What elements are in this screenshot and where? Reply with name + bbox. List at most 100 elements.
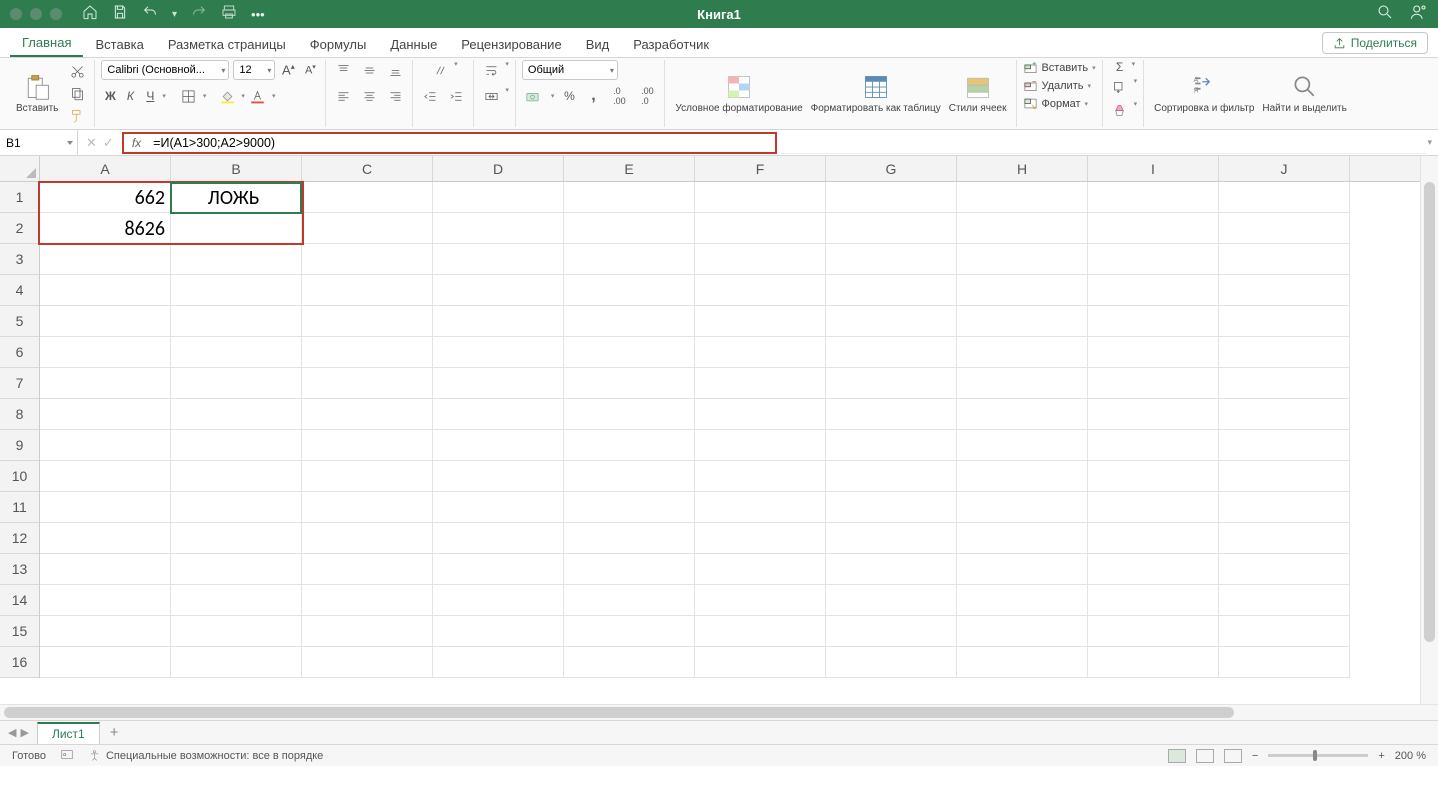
align-top-icon[interactable] [332, 60, 354, 80]
find-select-button[interactable]: Найти и выделить [1258, 73, 1350, 114]
row-header[interactable]: 8 [0, 399, 39, 430]
enter-formula-icon[interactable]: ✓ [103, 135, 114, 151]
row-header[interactable]: 11 [0, 492, 39, 523]
merge-icon[interactable] [480, 86, 502, 106]
align-right-icon[interactable] [384, 86, 406, 106]
cancel-formula-icon[interactable]: ✕ [86, 135, 97, 151]
percent-icon[interactable]: % [560, 89, 578, 103]
orientation-icon[interactable] [429, 60, 451, 80]
font-color-icon[interactable] [247, 86, 269, 106]
comma-icon[interactable]: , [584, 87, 602, 105]
prev-sheet-icon[interactable]: ◀ [8, 726, 16, 739]
normal-view-icon[interactable] [1168, 749, 1186, 763]
row-header[interactable]: 5 [0, 306, 39, 337]
format-as-table-button[interactable]: Форматировать как таблицу [807, 73, 945, 114]
delete-cells-button[interactable]: Удалить▾ [1023, 78, 1091, 93]
col-header[interactable]: F [695, 156, 826, 181]
row-header[interactable]: 15 [0, 616, 39, 647]
cell-styles-button[interactable]: Стили ячеек [945, 73, 1011, 114]
next-sheet-icon[interactable]: ▶ [20, 726, 28, 739]
number-format-select[interactable]: Общий [522, 60, 618, 80]
undo-icon[interactable] [142, 4, 158, 25]
print-icon[interactable] [221, 4, 237, 25]
add-sheet-button[interactable]: + [100, 724, 129, 741]
tab-home[interactable]: Главная [10, 29, 83, 57]
tab-page-layout[interactable]: Разметка страницы [156, 31, 298, 57]
currency-icon[interactable] [522, 86, 544, 106]
row-header[interactable]: 3 [0, 244, 39, 275]
zoom-slider[interactable] [1268, 754, 1368, 757]
col-header[interactable]: B [171, 156, 302, 181]
decrease-font-icon[interactable]: A▾ [301, 63, 319, 77]
borders-icon[interactable] [178, 86, 200, 106]
cell-A2[interactable]: 8626 [40, 214, 171, 245]
tab-insert[interactable]: Вставка [83, 31, 155, 57]
tab-developer[interactable]: Разработчик [621, 31, 721, 57]
row-header[interactable]: 6 [0, 337, 39, 368]
more-icon[interactable]: ••• [251, 7, 265, 22]
row-header[interactable]: 7 [0, 368, 39, 399]
cell-A1[interactable]: 662 [40, 183, 171, 214]
sort-filter-button[interactable]: AЯ Сортировка и фильтр [1150, 73, 1258, 114]
align-bottom-icon[interactable] [384, 60, 406, 80]
undo-dropdown-icon[interactable]: ▾ [172, 9, 177, 20]
increase-decimal-icon[interactable]: .0.00 [608, 86, 630, 106]
col-header[interactable]: C [302, 156, 433, 181]
zoom-level[interactable]: 200 % [1395, 750, 1426, 762]
zoom-out-icon[interactable]: − [1252, 750, 1258, 762]
clear-icon[interactable] [1109, 100, 1131, 120]
row-header[interactable]: 16 [0, 647, 39, 678]
row-header[interactable]: 4 [0, 275, 39, 306]
redo-icon[interactable] [191, 4, 207, 25]
zoom-window-icon[interactable] [50, 8, 62, 20]
macro-record-icon[interactable] [60, 747, 74, 764]
expand-formula-bar-icon[interactable]: ▾ [1427, 137, 1432, 148]
formula-input[interactable]: =И(A1>300;A2>9000) [149, 136, 279, 150]
cells-area[interactable] [40, 182, 1420, 704]
align-left-icon[interactable] [332, 86, 354, 106]
name-box[interactable]: B1 [0, 130, 78, 155]
fill-color-icon[interactable] [216, 86, 238, 106]
account-icon[interactable] [1410, 3, 1428, 26]
tab-view[interactable]: Вид [574, 31, 622, 57]
col-header[interactable]: I [1088, 156, 1219, 181]
cut-icon[interactable] [66, 62, 88, 82]
page-break-view-icon[interactable] [1224, 749, 1242, 763]
page-layout-view-icon[interactable] [1196, 749, 1214, 763]
copy-icon[interactable] [66, 84, 88, 104]
col-header[interactable]: G [826, 156, 957, 181]
row-header[interactable]: 14 [0, 585, 39, 616]
align-middle-icon[interactable] [358, 60, 380, 80]
italic-button[interactable]: К [121, 89, 139, 103]
row-header[interactable]: 1 [0, 182, 39, 213]
autosum-icon[interactable]: Σ [1111, 60, 1129, 74]
row-header[interactable]: 2 [0, 213, 39, 244]
bold-button[interactable]: Ж [101, 89, 119, 103]
decrease-decimal-icon[interactable]: .00.0 [636, 86, 658, 106]
align-center-icon[interactable] [358, 86, 380, 106]
zoom-in-icon[interactable]: + [1378, 750, 1384, 762]
fx-icon[interactable]: fx [124, 136, 149, 150]
minimize-window-icon[interactable] [30, 8, 42, 20]
accessibility-status[interactable]: Специальные возможности: все в порядке [88, 749, 323, 762]
col-header[interactable]: A [40, 156, 171, 181]
row-header[interactable]: 10 [0, 461, 39, 492]
tab-data[interactable]: Данные [378, 31, 449, 57]
increase-font-icon[interactable]: A▴ [279, 62, 297, 77]
font-size-select[interactable]: 12 [233, 60, 275, 80]
wrap-text-icon[interactable] [480, 60, 502, 80]
cell-B1[interactable]: ЛОЖЬ [171, 183, 302, 214]
save-icon[interactable] [112, 4, 128, 25]
fill-icon[interactable] [1109, 77, 1131, 97]
col-header[interactable]: D [433, 156, 564, 181]
increase-indent-icon[interactable] [445, 86, 467, 106]
row-header[interactable]: 13 [0, 554, 39, 585]
row-header[interactable]: 9 [0, 430, 39, 461]
font-name-select[interactable]: Calibri (Основной... [101, 60, 229, 80]
horizontal-scrollbar[interactable] [0, 704, 1438, 720]
sheet-tab[interactable]: Лист1 [37, 722, 100, 744]
insert-cells-button[interactable]: Вставить▾ [1023, 60, 1095, 75]
conditional-formatting-button[interactable]: Условное форматирование [671, 73, 806, 114]
paste-button[interactable]: Вставить [12, 73, 62, 114]
home-icon[interactable] [82, 4, 98, 25]
